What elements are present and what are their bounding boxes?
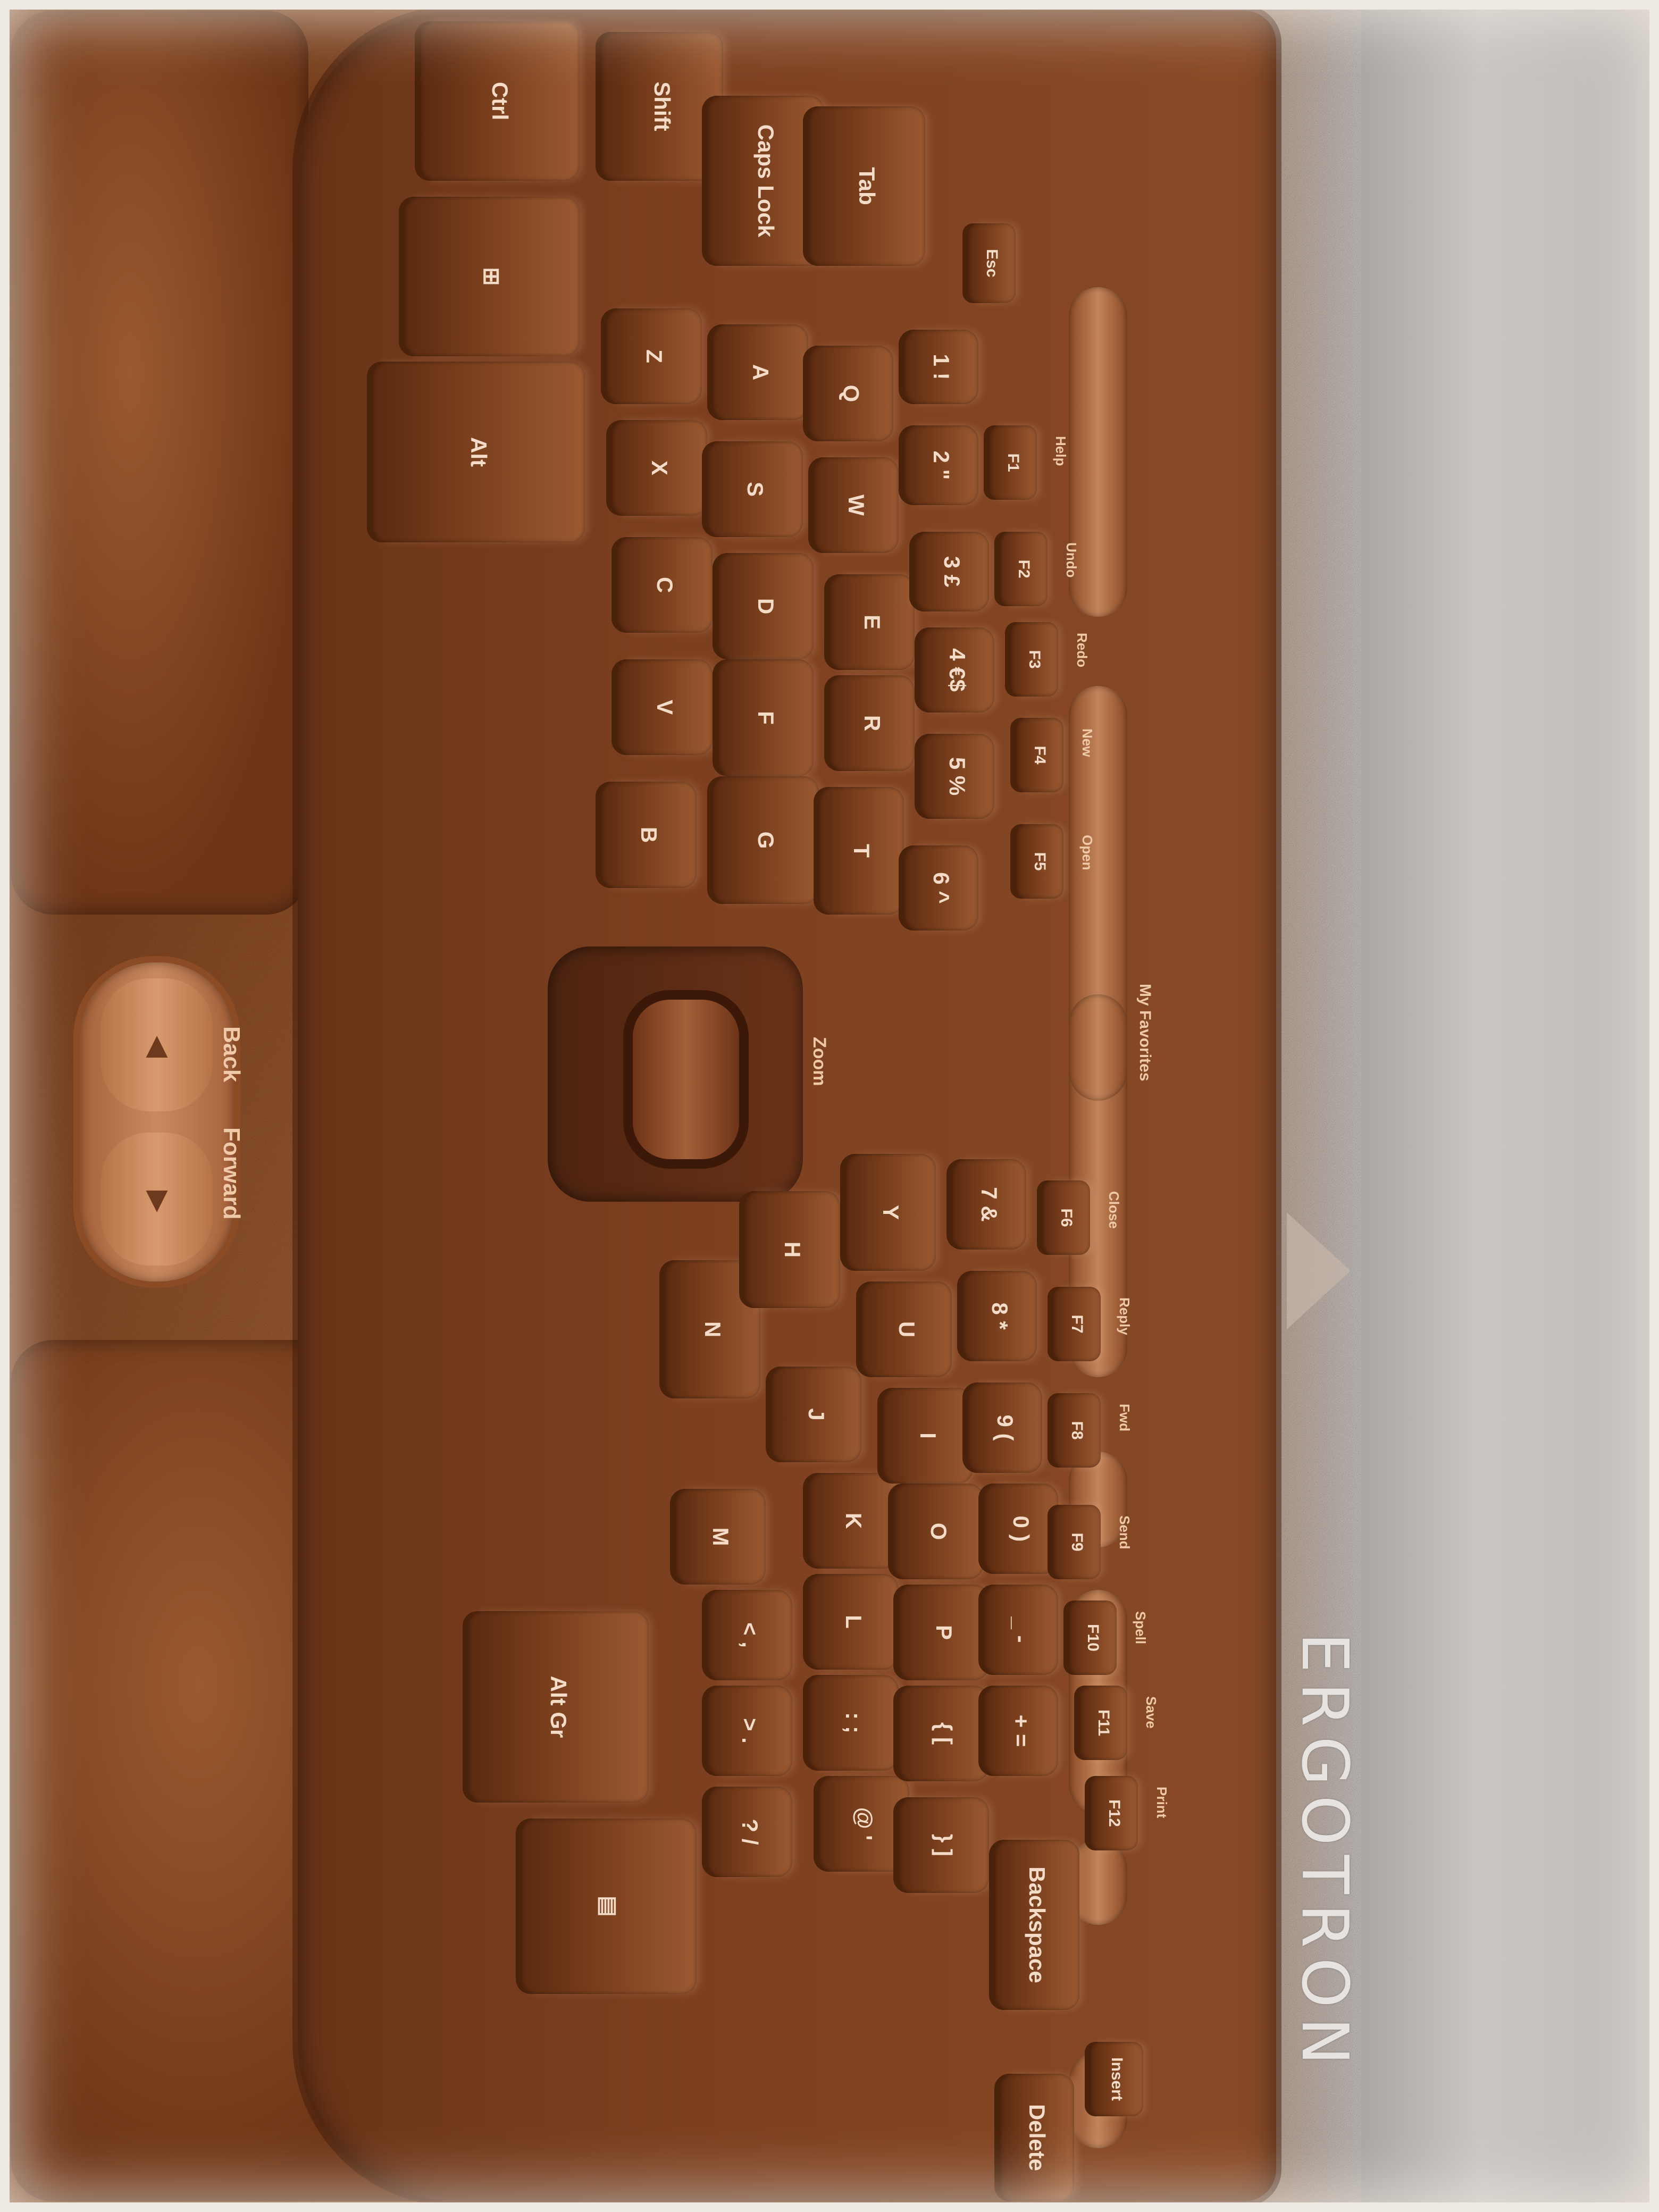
photo-border [0, 0, 1659, 2212]
